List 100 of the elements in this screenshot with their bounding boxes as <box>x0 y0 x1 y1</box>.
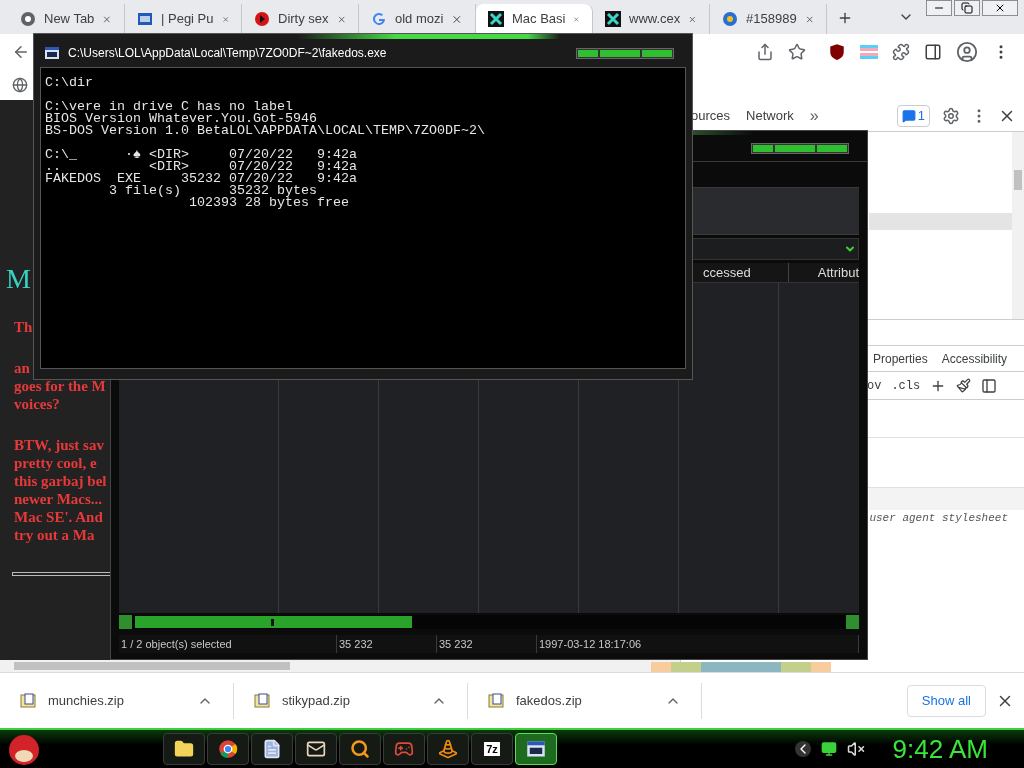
folder-icon <box>174 739 194 759</box>
scrollbar-thumb[interactable] <box>14 662 290 670</box>
console-line: C:\vere in drive C has no label <box>45 101 293 113</box>
status-text: 1 / 2 object(s) selected <box>119 635 337 653</box>
zip-file-icon <box>20 692 36 709</box>
vertical-scrollbar[interactable] <box>1012 132 1024 319</box>
shield-icon[interactable] <box>828 43 846 61</box>
tab-favicon-icon <box>605 11 621 27</box>
scrollbar-thumb[interactable] <box>135 616 412 628</box>
tab-title: Mac Basi <box>512 10 566 29</box>
filter-toggle[interactable]: ov <box>867 376 882 395</box>
console-line: 102393 28 bytes free <box>187 197 350 209</box>
status-text: 35 232 <box>337 635 437 653</box>
zip-file-icon <box>254 692 270 709</box>
tab-title: New Tab <box>44 10 95 29</box>
window-title: C:\Users\LOL\AppData\Local\Temp\7ZO0DF~2\fakedos.exe <box>68 45 388 62</box>
minimize-button[interactable] <box>926 0 952 16</box>
stylesheet-label: user agent stylesheet <box>869 511 1008 526</box>
search-icon <box>350 739 370 759</box>
page-text: newer Macs... <box>13 490 104 508</box>
scrollbar-thumb[interactable] <box>1014 170 1022 190</box>
share-icon[interactable] <box>756 43 774 61</box>
tab-favicon-icon <box>254 11 270 27</box>
muted-speaker-icon[interactable] <box>846 740 865 758</box>
page-heading: M <box>6 262 31 296</box>
tab-favicon-icon <box>20 11 36 27</box>
devtools-tab[interactable]: ources <box>691 105 731 126</box>
console-line: .. <DIR> 07/20/22 9:42a <box>45 161 358 173</box>
restore-button[interactable] <box>954 0 980 16</box>
page-text: goes for the M <box>13 377 107 395</box>
tab-favicon-icon <box>488 11 504 27</box>
terminal-icon <box>526 739 546 759</box>
taskbar-button[interactable] <box>163 733 205 765</box>
filter-toggle[interactable]: .cls <box>891 376 921 395</box>
settings-icon[interactable] <box>942 106 960 125</box>
side-panel-icon[interactable] <box>924 43 942 61</box>
console-line: C:\_ ·♠ <DIR> 07/20/22 9:42a <box>45 149 358 161</box>
monitor-icon[interactable] <box>820 741 837 757</box>
back-icon[interactable] <box>12 43 30 61</box>
console-line: BIOS Version Whatever.You.Got-5946 <box>45 113 317 125</box>
close-button[interactable] <box>982 0 1018 16</box>
download-item[interactable]: stikypad.zip <box>234 682 468 719</box>
mail-icon <box>306 739 326 759</box>
tab-favicon-icon <box>371 11 387 27</box>
devtools-tab[interactable]: Network <box>746 105 794 126</box>
taskbar-button[interactable] <box>251 733 293 765</box>
horizontal-scrollbar[interactable] <box>0 660 680 672</box>
toggle-sidebar-icon[interactable] <box>981 377 998 394</box>
page-text: try out a Ma <box>13 526 96 544</box>
selected-node-row[interactable] <box>869 213 1012 230</box>
clock[interactable]: 9:42 AM <box>892 736 988 762</box>
status-text: 35 232 <box>437 635 537 653</box>
new-tab-icon[interactable] <box>837 10 853 26</box>
paint-icon[interactable] <box>956 378 972 393</box>
document-icon <box>262 739 282 759</box>
page-text: Th <box>13 318 34 336</box>
tab-title: #158989 <box>746 10 797 29</box>
more-tabs-button[interactable]: » <box>809 103 819 128</box>
console-line: FAKEDOS EXE 35232 07/20/22 9:42a <box>45 173 358 185</box>
close-icon <box>994 2 1006 14</box>
tab-title: old mozi <box>395 10 444 29</box>
issues-button[interactable]: 1 <box>896 104 930 127</box>
taskbar-button[interactable]: 7z <box>471 733 513 765</box>
tab-favicon-icon <box>137 11 153 27</box>
taskbar-button[interactable] <box>207 733 249 765</box>
page-text: pretty cool, e <box>13 454 98 472</box>
tab-title: | Pegi Pu <box>161 10 214 29</box>
window-controls[interactable] <box>576 47 674 59</box>
show-all-button[interactable]: Show all <box>906 684 986 717</box>
page-text: voices? <box>13 395 61 413</box>
status-text: 1997-03-12 18:17:06 <box>537 635 859 653</box>
zip-file-icon <box>488 692 504 709</box>
column-header[interactable]: Attribut <box>789 263 859 282</box>
profile-icon[interactable] <box>956 41 978 63</box>
browser-icon <box>218 739 238 759</box>
taskbar-button[interactable] <box>339 733 381 765</box>
sidebar-tab[interactable]: Properties <box>873 349 928 368</box>
extensions-icon[interactable] <box>892 43 910 61</box>
window-controls[interactable] <box>751 142 849 154</box>
tab-title: Dirty sex <box>278 10 329 29</box>
page-text: BTW, just sav <box>13 436 105 454</box>
show-hidden-icon[interactable] <box>794 741 811 757</box>
sidebar-tab[interactable]: Accessibility <box>941 349 1008 368</box>
download-item[interactable]: munchies.zip <box>0 682 234 719</box>
archive-label: 7z <box>484 742 500 756</box>
download-filename: munchies.zip <box>48 691 125 710</box>
gamepad-icon <box>394 739 414 759</box>
console-app-icon <box>44 45 60 61</box>
console-line: C:\dir <box>45 77 94 89</box>
download-item[interactable]: fakedos.zip <box>468 682 702 719</box>
browser-tab[interactable]: Mac Basi <box>476 4 593 34</box>
taskbar-button[interactable] <box>427 733 469 765</box>
bookmark-star-icon[interactable] <box>788 43 806 61</box>
console-line: 3 file(s) 35232 bytes <box>108 185 318 197</box>
page-text: an <box>13 359 31 377</box>
taskbar-button[interactable] <box>295 733 337 765</box>
cone-icon <box>438 739 458 759</box>
horizontal-scrollbar[interactable] <box>119 615 859 629</box>
globe-icon[interactable] <box>12 77 28 93</box>
page-text: this garbaj bel <box>13 472 108 490</box>
